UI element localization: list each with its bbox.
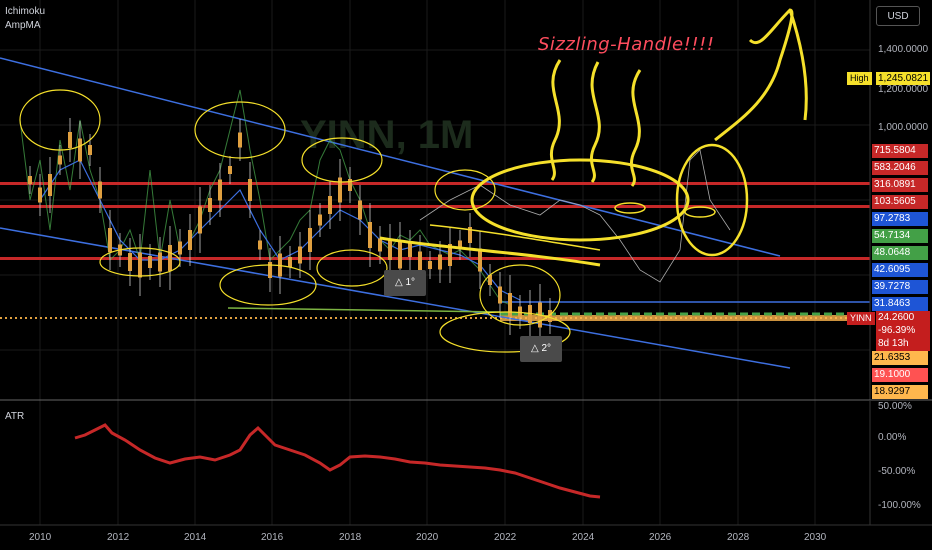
candle-body bbox=[178, 241, 182, 255]
price-axis-label: 1,000.0000 bbox=[878, 122, 928, 133]
candle-body bbox=[98, 181, 102, 199]
candle-body bbox=[188, 230, 192, 250]
candle-body bbox=[318, 214, 322, 226]
candle-body bbox=[288, 257, 292, 267]
red-level-2 bbox=[0, 205, 870, 208]
price-axis-label: 1,400.0000 bbox=[878, 44, 928, 55]
time-axis-label: 2018 bbox=[339, 532, 362, 543]
bar-countdown: 8d 13h bbox=[878, 338, 909, 349]
indicator-label-atr[interactable]: ATR bbox=[5, 411, 24, 422]
triangle-icon: △ bbox=[530, 343, 542, 354]
orange-band bbox=[500, 315, 870, 321]
time-axis-label: 2014 bbox=[184, 532, 207, 543]
last-price: 24.2600 bbox=[878, 312, 915, 323]
price-tag: 21.6353 bbox=[872, 351, 928, 365]
candle-body bbox=[378, 238, 382, 252]
candle-body bbox=[308, 228, 312, 252]
candle-body bbox=[238, 132, 242, 148]
price-tag: 316.0891 bbox=[872, 178, 928, 192]
candle-body bbox=[198, 206, 202, 234]
candle-body bbox=[338, 177, 342, 203]
price-tag: 54.7134 bbox=[872, 229, 928, 243]
badge-1-label: 1° bbox=[405, 277, 416, 288]
candle-body bbox=[208, 198, 212, 212]
indicator-label-ichimoku[interactable]: Ichimoku bbox=[5, 6, 45, 17]
candle-body bbox=[68, 132, 72, 148]
price-chart-canvas[interactable]: YINN, 1M 1,400.0000 1,200.0000 1,000.000… bbox=[0, 0, 932, 550]
candle-body bbox=[398, 241, 402, 269]
candle-body bbox=[78, 138, 82, 162]
candle-body bbox=[388, 240, 392, 260]
price-change: -96.39% bbox=[878, 325, 916, 336]
annotation-text: Sizzling-Handle!!!! bbox=[538, 34, 715, 55]
candle-body bbox=[438, 254, 442, 270]
price-tag: 583.2046 bbox=[872, 161, 928, 175]
price-tag: 103.5605 bbox=[872, 195, 928, 209]
price-tag: 39.7278 bbox=[872, 280, 928, 294]
candle-body bbox=[298, 246, 302, 264]
time-axis[interactable]: 2010 2012 2014 2016 2018 2020 2022 2024 … bbox=[0, 524, 932, 543]
time-axis-label: 2012 bbox=[107, 532, 130, 543]
atr-axis-label: 50.00% bbox=[878, 401, 912, 412]
candle-body bbox=[168, 245, 172, 271]
badge-1[interactable]: △ 1° bbox=[384, 270, 426, 296]
atr-axis-label: 0.00% bbox=[878, 432, 906, 443]
candle-body bbox=[148, 256, 152, 268]
candle-body bbox=[28, 176, 32, 184]
candle-body bbox=[48, 174, 52, 196]
badge-2-label: 2° bbox=[541, 343, 552, 354]
time-axis-label: 2020 bbox=[416, 532, 439, 543]
price-tag: 31.8463 bbox=[872, 297, 928, 311]
triangle-icon: △ bbox=[394, 277, 406, 288]
last-price-block: 24.2600 -96.39% 8d 13h bbox=[876, 311, 930, 351]
candle-body bbox=[408, 243, 412, 257]
price-tag: 42.6095 bbox=[872, 263, 928, 277]
currency-button[interactable]: USD bbox=[876, 6, 920, 26]
ticker-tag: YINN bbox=[847, 312, 875, 325]
candle-body bbox=[108, 228, 112, 252]
candle-body bbox=[268, 262, 272, 278]
price-tag: 18.9297 bbox=[872, 385, 928, 399]
atr-axis-label: -100.00% bbox=[878, 500, 921, 511]
candle-body bbox=[358, 200, 362, 220]
time-axis-label: 2022 bbox=[494, 532, 517, 543]
price-tag: 715.5804 bbox=[872, 144, 928, 158]
price-tag: 19.1000 bbox=[872, 368, 928, 382]
candle-body bbox=[258, 240, 262, 250]
candle-body bbox=[218, 179, 222, 201]
candle-body bbox=[38, 187, 42, 203]
candle-body bbox=[328, 196, 332, 214]
time-axis-label: 2010 bbox=[29, 532, 52, 543]
price-tag: 48.0648 bbox=[872, 246, 928, 260]
price-tag: 97.2783 bbox=[872, 212, 928, 226]
red-level-1 bbox=[0, 182, 870, 185]
price-axis-label: 1,200.0000 bbox=[878, 84, 928, 95]
candle-body bbox=[138, 252, 142, 278]
time-axis-label: 2030 bbox=[804, 532, 827, 543]
candle-body bbox=[478, 248, 482, 272]
indicator-label-ampma[interactable]: AmpMA bbox=[5, 20, 41, 31]
time-axis-label: 2024 bbox=[572, 532, 595, 543]
atr-axis-label: -50.00% bbox=[878, 466, 915, 477]
candle-body bbox=[228, 166, 232, 174]
candle-body bbox=[428, 261, 432, 269]
candle-body bbox=[128, 253, 132, 271]
high-tag: High bbox=[847, 72, 872, 85]
candle-body bbox=[158, 252, 162, 272]
time-axis-label: 2026 bbox=[649, 532, 672, 543]
candle-body bbox=[348, 179, 352, 191]
candle-body bbox=[88, 145, 92, 155]
atr-line bbox=[74, 423, 601, 499]
candle-body bbox=[508, 293, 512, 317]
atr-axis[interactable]: 50.00% 0.00% -50.00% -100.00% bbox=[869, 400, 921, 525]
candle-body bbox=[368, 222, 372, 248]
time-axis-label: 2028 bbox=[727, 532, 750, 543]
candle-body bbox=[58, 155, 62, 165]
high-value: 1,245.0821 bbox=[876, 72, 930, 85]
time-axis-label: 2016 bbox=[261, 532, 284, 543]
candle-body bbox=[248, 179, 252, 201]
badge-2[interactable]: △ 2° bbox=[520, 336, 562, 362]
candle-body bbox=[498, 286, 502, 304]
symbol-watermark: YINN, 1M bbox=[300, 113, 473, 157]
